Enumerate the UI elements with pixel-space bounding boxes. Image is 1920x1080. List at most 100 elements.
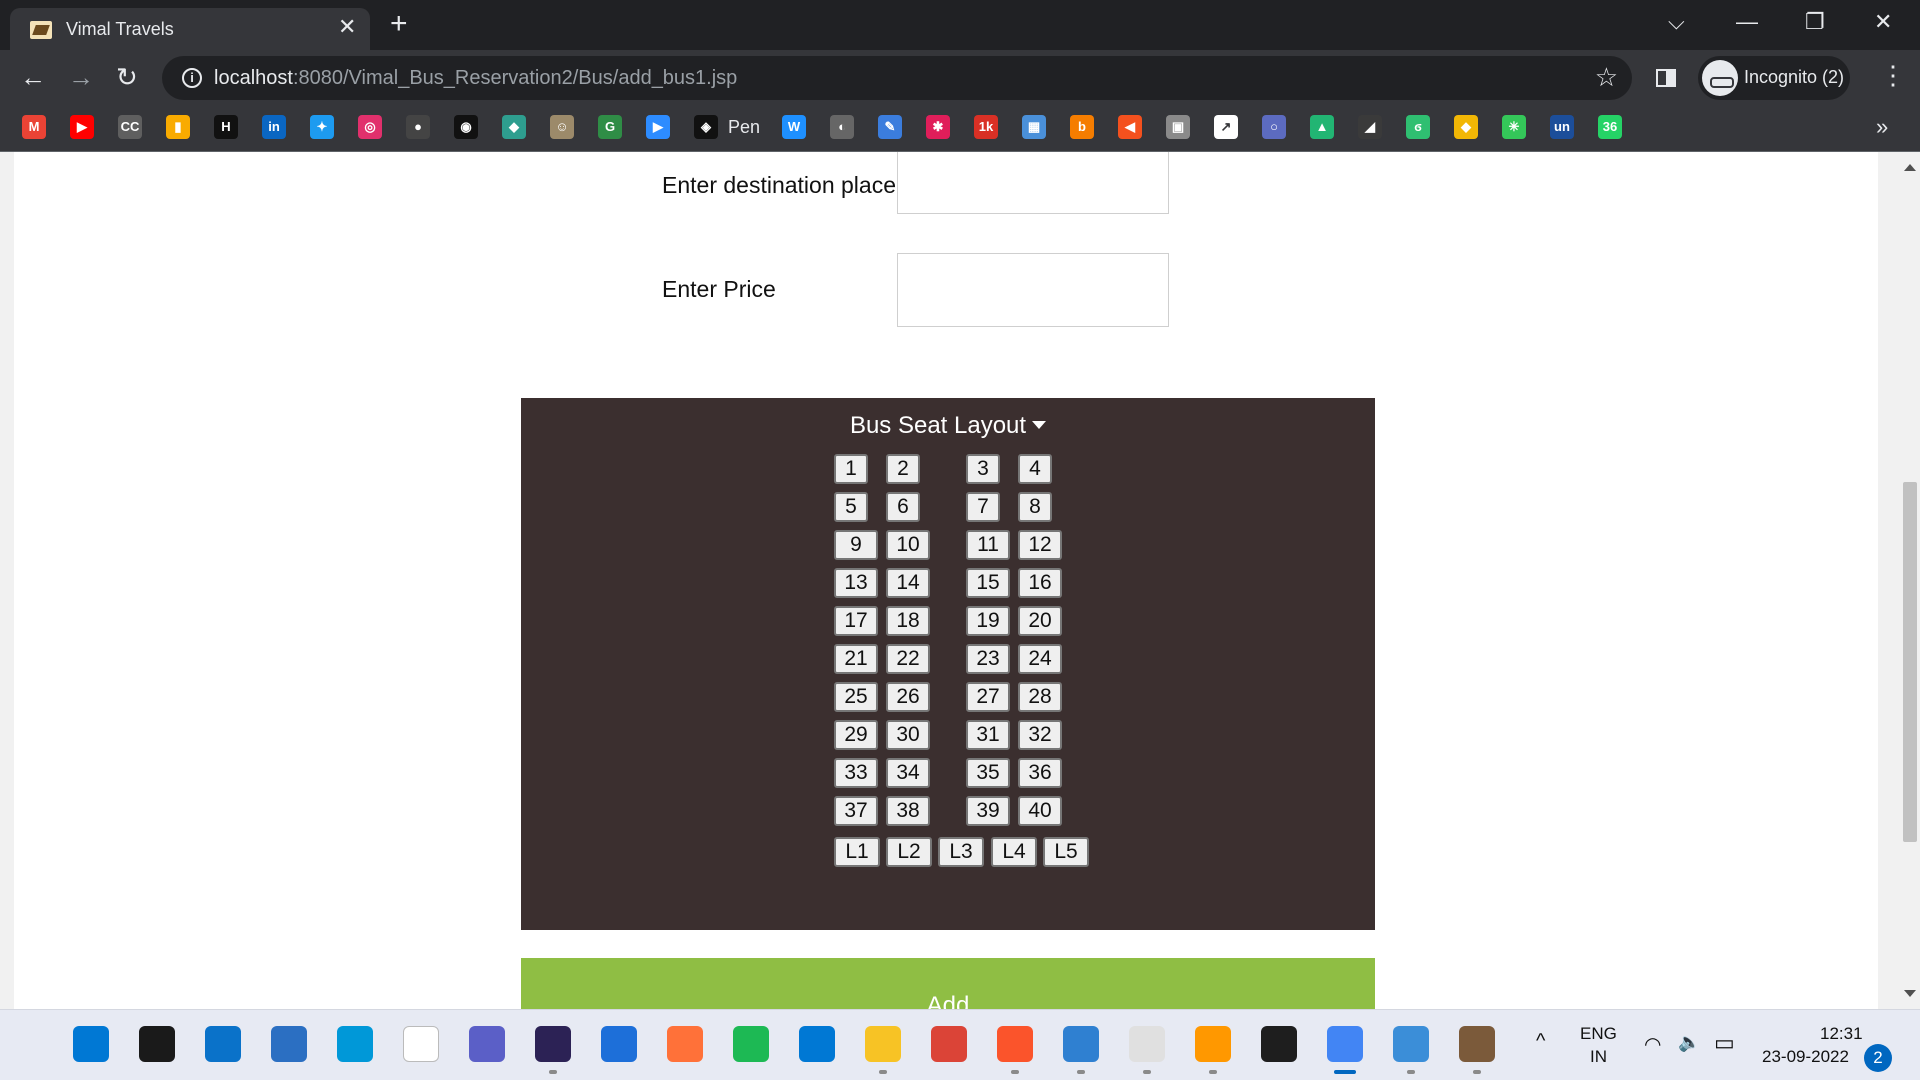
destination-input[interactable] xyxy=(897,152,1169,214)
seat-button[interactable]: 22 xyxy=(886,644,930,674)
site-info-icon[interactable]: i xyxy=(182,68,202,88)
cc-icon[interactable]: CC xyxy=(118,115,142,139)
back-button[interactable]: ← xyxy=(20,62,46,92)
scroll-down-icon[interactable] xyxy=(1904,990,1916,997)
bookmark-pen-label[interactable]: Pen xyxy=(728,117,760,138)
spotify-icon[interactable] xyxy=(733,1026,769,1062)
seat-button[interactable]: 1 xyxy=(834,454,868,484)
analytics-icon[interactable]: ▮ xyxy=(166,115,190,139)
page-scrollbar[interactable] xyxy=(1900,152,1920,1009)
chrome-profile-icon[interactable] xyxy=(1327,1026,1363,1062)
seat-button[interactable]: 31 xyxy=(966,720,1010,750)
terminal-icon[interactable] xyxy=(1261,1026,1297,1062)
minimize-button[interactable]: — xyxy=(1736,8,1758,36)
store-icon[interactable] xyxy=(271,1026,307,1062)
unstop-icon[interactable]: un xyxy=(1550,115,1574,139)
vscode-icon[interactable] xyxy=(799,1026,835,1062)
seat-button[interactable]: 3 xyxy=(966,454,1000,484)
asterisk-icon[interactable]: ✳ xyxy=(1502,115,1526,139)
forward-button[interactable]: → xyxy=(68,62,94,92)
seat-button[interactable]: 39 xyxy=(966,796,1010,826)
seat-button[interactable]: 14 xyxy=(886,568,930,598)
ring-icon[interactable]: ○ xyxy=(1262,115,1286,139)
brave-icon[interactable] xyxy=(997,1026,1033,1062)
seat-layout-toggle[interactable]: Bus Seat Layout xyxy=(521,412,1375,440)
photos-icon[interactable] xyxy=(337,1026,373,1062)
seat-button[interactable]: 36 xyxy=(1018,758,1062,788)
clock-date[interactable]: 23-09-2022 xyxy=(1762,1047,1849,1067)
scroll-thumb[interactable] xyxy=(1903,482,1917,842)
volume-icon[interactable]: 🔈 xyxy=(1678,1032,1700,1053)
chrome-icon[interactable] xyxy=(931,1026,967,1062)
close-window-button[interactable]: ✕ xyxy=(1874,8,1892,36)
scroll-up-icon[interactable] xyxy=(1904,164,1916,171)
seat-button[interactable]: 15 xyxy=(966,568,1010,598)
wifi-icon[interactable]: ◠ xyxy=(1644,1032,1661,1057)
geeksforgeeks-icon[interactable]: G xyxy=(598,115,622,139)
seat-button[interactable]: 13 xyxy=(834,568,878,598)
seat-button[interactable]: 17 xyxy=(834,606,878,636)
gold-icon[interactable]: ◆ xyxy=(1454,115,1478,139)
java-icon[interactable] xyxy=(1129,1026,1165,1062)
youtube-icon[interactable]: ▶ xyxy=(70,115,94,139)
seat-button[interactable]: 10 xyxy=(886,530,930,560)
seat-button[interactable]: 32 xyxy=(1018,720,1062,750)
seat-button[interactable]: 29 xyxy=(834,720,878,750)
seat-button[interactable]: 24 xyxy=(1018,644,1062,674)
zoom-icon[interactable]: ▶ xyxy=(646,115,670,139)
seat-button[interactable]: 4 xyxy=(1018,454,1052,484)
last-row-seat-button[interactable]: L5 xyxy=(1043,837,1089,867)
gmail-icon[interactable]: M xyxy=(22,115,46,139)
seat-button[interactable]: 30 xyxy=(886,720,930,750)
sublime-icon[interactable] xyxy=(1195,1026,1231,1062)
last-row-seat-button[interactable]: L1 xyxy=(834,837,880,867)
seat-button[interactable]: 25 xyxy=(834,682,878,712)
seat-button[interactable]: 35 xyxy=(966,758,1010,788)
tab-close-icon[interactable]: ✕ xyxy=(338,16,356,38)
badge-36-icon[interactable]: 36 xyxy=(1598,115,1622,139)
whiteboard-icon[interactable] xyxy=(601,1026,637,1062)
battery-icon[interactable]: ▭ xyxy=(1714,1030,1735,1056)
seat-button[interactable]: 40 xyxy=(1018,796,1062,826)
seat-button[interactable]: 11 xyxy=(966,530,1010,560)
seat-button[interactable]: 26 xyxy=(886,682,930,712)
seat-button[interactable]: 28 xyxy=(1018,682,1062,712)
slack-icon[interactable]: ✱ xyxy=(926,115,950,139)
linkedin-icon[interactable]: in xyxy=(262,115,286,139)
search-icon[interactable] xyxy=(139,1026,175,1062)
last-row-seat-button[interactable]: L2 xyxy=(886,837,932,867)
browser-menu-icon[interactable]: ⋮ xyxy=(1880,60,1906,90)
seat-button[interactable]: 34 xyxy=(886,758,930,788)
address-url[interactable]: localhost:8080/Vimal_Bus_Reservation2/Bu… xyxy=(214,67,737,90)
eclipse-icon[interactable] xyxy=(535,1026,571,1062)
image-icon[interactable]: ▣ xyxy=(1166,115,1190,139)
dare2compete-icon[interactable] xyxy=(403,1026,439,1062)
leaf-icon[interactable]: ϭ xyxy=(1406,115,1430,139)
seat-button[interactable]: 9 xyxy=(834,530,878,560)
tab-search-icon[interactable]: ⌵ xyxy=(1668,8,1685,36)
seat-button[interactable]: 8 xyxy=(1018,492,1052,522)
desktop-icon[interactable] xyxy=(205,1026,241,1062)
codepen-icon[interactable]: ◈ xyxy=(694,115,718,139)
seat-button[interactable]: 33 xyxy=(834,758,878,788)
notification-1k-icon[interactable]: 1k xyxy=(974,115,998,139)
arrow-icon[interactable]: ◀ xyxy=(1118,115,1142,139)
tree-icon[interactable]: ▲ xyxy=(1310,115,1334,139)
add-bus-button[interactable]: Add xyxy=(521,958,1375,1009)
notification-badge[interactable]: 2 xyxy=(1864,1044,1892,1072)
seat-button[interactable]: 21 xyxy=(834,644,878,674)
minecraft-icon[interactable] xyxy=(1459,1026,1495,1062)
price-input[interactable] xyxy=(897,253,1169,327)
seat-button[interactable]: 38 xyxy=(886,796,930,826)
last-row-seat-button[interactable]: L4 xyxy=(991,837,1037,867)
bookmarks-more-icon[interactable]: » xyxy=(1876,114,1888,140)
seat-button[interactable]: 5 xyxy=(834,492,868,522)
hackerrank-icon[interactable]: H xyxy=(214,115,238,139)
restore-button[interactable]: ❐ xyxy=(1805,8,1825,36)
language-top[interactable]: ENG xyxy=(1580,1024,1617,1044)
webflow-icon[interactable]: W xyxy=(782,115,806,139)
control-panel-icon[interactable] xyxy=(1393,1026,1429,1062)
seat-button[interactable]: 6 xyxy=(886,492,920,522)
start-icon[interactable] xyxy=(73,1026,109,1062)
puzzle-icon[interactable]: ◆ xyxy=(502,115,526,139)
